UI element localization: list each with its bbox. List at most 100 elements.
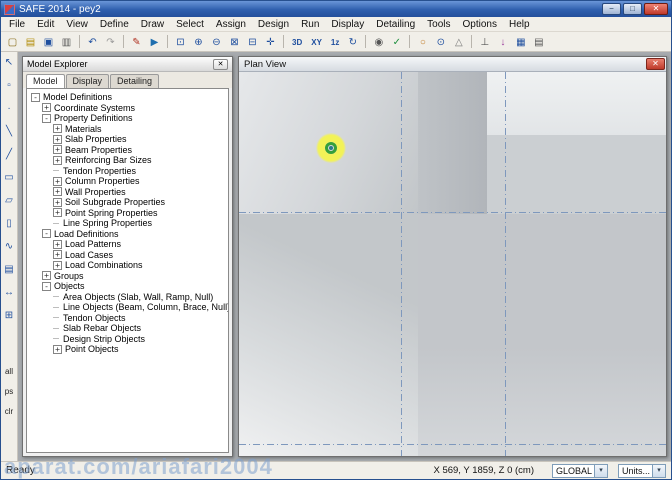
draw-tendon-icon[interactable]: ∿ <box>2 240 17 255</box>
tree-expander-plus-icon[interactable]: + <box>53 124 62 134</box>
point-load-icon[interactable]: ↓ <box>494 34 511 50</box>
menu-item-detailing[interactable]: Detailing <box>370 18 421 31</box>
draw-dimension-line-icon[interactable]: ↔ <box>2 286 17 301</box>
tree-item[interactable]: + Coordinate Systems <box>27 103 228 114</box>
menu-item-select[interactable]: Select <box>170 18 210 31</box>
tree-item[interactable]: + Soil Subgrade Properties <box>27 197 228 208</box>
model-explorer-titlebar[interactable]: Model Explorer ✕ <box>23 57 232 72</box>
menu-item-design[interactable]: Design <box>252 18 295 31</box>
snap-target-icon[interactable]: ⊙ <box>432 34 449 50</box>
menu-item-file[interactable]: File <box>3 18 31 31</box>
undo-icon[interactable]: ↶ <box>84 34 101 50</box>
snap-points-button[interactable]: ps <box>2 386 17 398</box>
rubber-band-zoom-icon[interactable]: ⊡ <box>172 34 189 50</box>
tree-item[interactable]: + Point Spring Properties <box>27 208 228 219</box>
menu-item-define[interactable]: Define <box>94 18 135 31</box>
tree-item[interactable]: Line Objects (Beam, Column, Brace, Null) <box>27 302 228 313</box>
tree-expander-plus-icon[interactable]: + <box>53 208 62 218</box>
menu-item-display[interactable]: Display <box>325 18 370 31</box>
tree-item[interactable]: + Groups <box>27 271 228 282</box>
tree-expander-plus-icon[interactable]: + <box>53 239 62 249</box>
tree-item[interactable]: + Slab Properties <box>27 134 228 145</box>
tree-expander-plus-icon[interactable]: + <box>53 250 62 260</box>
tree-item[interactable]: Design Strip Objects <box>27 334 228 345</box>
tree-item[interactable]: Tendon Properties <box>27 166 228 177</box>
zoom-full-icon[interactable]: ⊠ <box>226 34 243 50</box>
tree-item[interactable]: + Materials <box>27 124 228 135</box>
menu-item-assign[interactable]: Assign <box>210 18 252 31</box>
tree-item[interactable]: + Load Combinations <box>27 260 228 271</box>
tree-expander-plus-icon[interactable]: + <box>53 260 62 270</box>
tables-icon[interactable]: ▤ <box>530 34 547 50</box>
redo-icon[interactable]: ↷ <box>102 34 119 50</box>
menu-item-edit[interactable]: Edit <box>31 18 60 31</box>
draw-rectangle-icon[interactable]: ▯ <box>2 217 17 232</box>
model-explorer-close-icon[interactable]: ✕ <box>213 58 228 70</box>
minimize-button[interactable]: − <box>602 3 621 15</box>
tree-item[interactable]: Slab Rebar Objects <box>27 323 228 334</box>
open-model-icon[interactable]: ▤ <box>22 34 39 50</box>
tree-item[interactable]: Line Spring Properties <box>27 218 228 229</box>
view-3d-button[interactable]: 3D <box>288 34 306 50</box>
tree-expander-plus-icon[interactable]: + <box>53 134 62 144</box>
tree-expander-minus-icon[interactable]: - <box>42 229 51 239</box>
plan-view-titlebar[interactable]: Plan View ✕ <box>239 57 666 72</box>
snap-circle-icon[interactable]: ○ <box>414 34 431 50</box>
tree-expander-minus-icon[interactable]: - <box>31 92 40 102</box>
quick-draw-area-icon[interactable]: ▱ <box>2 194 17 209</box>
tree-expander-plus-icon[interactable]: + <box>53 344 62 354</box>
rotate-view-icon[interactable]: ↻ <box>344 34 361 50</box>
draw-design-strip-icon[interactable]: ▤ <box>2 263 17 278</box>
tree-item[interactable]: - Model Definitions <box>27 92 228 103</box>
check-model-icon[interactable]: ✓ <box>388 34 405 50</box>
menu-item-draw[interactable]: Draw <box>135 18 170 31</box>
run-analysis-icon[interactable]: ▶ <box>146 34 163 50</box>
menu-item-options[interactable]: Options <box>457 18 503 31</box>
draw-point-icon[interactable]: ∙ <box>2 102 17 117</box>
menu-item-help[interactable]: Help <box>503 18 536 31</box>
tab-detailing[interactable]: Detailing <box>110 74 160 88</box>
grid-options-icon[interactable]: ▦ <box>512 34 529 50</box>
tree-item[interactable]: + Load Cases <box>27 250 228 261</box>
snap-all-button[interactable]: all <box>2 366 17 378</box>
model-tree[interactable]: - Model Definitions + Coordinate Systems - Pr… <box>26 88 229 453</box>
units-dropdown[interactable]: Units... ▾ <box>618 463 666 478</box>
tab-model[interactable]: Model <box>26 74 65 88</box>
snap-triangle-icon[interactable]: △ <box>450 34 467 50</box>
maximize-button[interactable]: □ <box>623 3 642 15</box>
tree-expander-plus-icon[interactable]: + <box>53 197 62 207</box>
view-elevation-button[interactable]: 1z <box>327 34 343 50</box>
support-icon[interactable]: ⊥ <box>476 34 493 50</box>
menu-item-view[interactable]: View <box>60 18 94 31</box>
print-icon[interactable]: ▥ <box>58 34 75 50</box>
draw-line-icon[interactable]: ╲ <box>2 125 17 140</box>
snap-clear-button[interactable]: clr <box>2 406 17 418</box>
tree-expander-plus-icon[interactable]: + <box>53 187 62 197</box>
tree-item[interactable]: + Wall Properties <box>27 187 228 198</box>
draw-area-icon[interactable]: ▭ <box>2 171 17 186</box>
menu-item-tools[interactable]: Tools <box>421 18 456 31</box>
tree-expander-plus-icon[interactable]: + <box>53 176 62 186</box>
tree-expander-plus-icon[interactable]: + <box>53 145 62 155</box>
new-model-icon[interactable]: ▢ <box>4 34 21 50</box>
tree-expander-plus-icon[interactable]: + <box>53 155 62 165</box>
zoom-previous-icon[interactable]: ⊟ <box>244 34 261 50</box>
quick-draw-line-icon[interactable]: ╱ <box>2 148 17 163</box>
close-button[interactable]: ✕ <box>644 3 668 15</box>
draw-mode-icon[interactable]: ✎ <box>128 34 145 50</box>
tree-expander-plus-icon[interactable]: + <box>42 271 51 281</box>
tree-item[interactable]: + Column Properties <box>27 176 228 187</box>
tree-expander-minus-icon[interactable]: - <box>42 113 51 123</box>
pan-icon[interactable]: ✛ <box>262 34 279 50</box>
zoom-in-icon[interactable]: ⊕ <box>190 34 207 50</box>
menu-item-run[interactable]: Run <box>295 18 325 31</box>
zoom-out-icon[interactable]: ⊖ <box>208 34 225 50</box>
tree-item[interactable]: + Load Patterns <box>27 239 228 250</box>
tree-expander-minus-icon[interactable]: - <box>42 281 51 291</box>
tree-item[interactable]: - Property Definitions <box>27 113 228 124</box>
select-pointer-icon[interactable]: ↖ <box>2 56 17 71</box>
tab-display[interactable]: Display <box>65 74 110 88</box>
object-viewer-icon[interactable]: ◉ <box>370 34 387 50</box>
plan-view-close-icon[interactable]: ✕ <box>646 58 665 70</box>
plan-view-canvas[interactable] <box>239 72 666 456</box>
